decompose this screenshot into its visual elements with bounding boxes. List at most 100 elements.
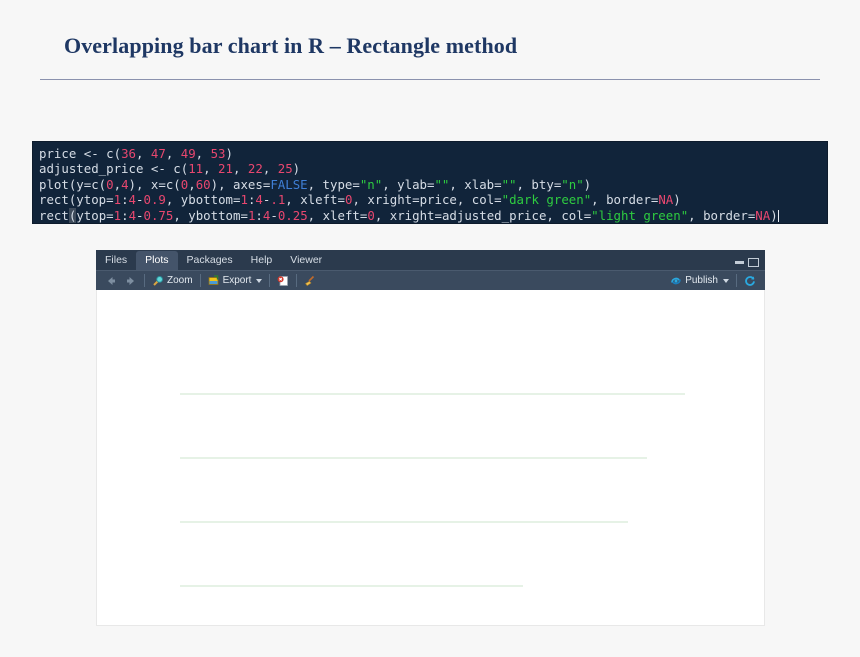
refresh-button[interactable] bbox=[740, 272, 760, 289]
code-token: , bbox=[195, 146, 211, 161]
magnifier-icon bbox=[153, 275, 163, 286]
code-token: ) bbox=[225, 146, 233, 161]
code-token: NA bbox=[658, 192, 674, 208]
remove-plot-icon bbox=[278, 275, 289, 286]
code-token: , xright=price, col= bbox=[352, 192, 502, 208]
code-token: "dark green" bbox=[501, 192, 592, 208]
code-line: rect(ytop=1:4-0.75, ybottom=1:4-0.25, xl… bbox=[39, 207, 827, 223]
chevron-down-icon[interactable] bbox=[723, 278, 729, 283]
code-token: , ylab= bbox=[382, 176, 435, 192]
code-token: , bbox=[113, 176, 122, 192]
publish-group: Publish bbox=[666, 272, 760, 289]
code-token: FALSE bbox=[270, 176, 308, 192]
tab-help[interactable]: Help bbox=[242, 251, 282, 270]
panel-toolbar: Zoom Export Publish bbox=[96, 270, 765, 290]
code-token: 1 bbox=[113, 192, 122, 208]
code-token: rect(ytop= bbox=[39, 192, 114, 208]
code-token: : bbox=[121, 207, 129, 223]
code-token: 22 bbox=[247, 161, 263, 177]
panel-tab-bar: Files Plots Packages Help Viewer bbox=[96, 250, 765, 270]
code-token: , bty= bbox=[516, 176, 562, 192]
code-token: , bbox=[262, 161, 278, 177]
chevron-down-icon[interactable] bbox=[256, 278, 263, 283]
code-token: 1 bbox=[113, 207, 122, 223]
clear-plots-button[interactable] bbox=[300, 272, 320, 289]
code-token: 0 bbox=[106, 176, 114, 192]
code-token: "n" bbox=[359, 176, 383, 192]
code-token: , bbox=[232, 161, 248, 177]
code-token: , border= bbox=[688, 207, 756, 223]
code-token: 21 bbox=[218, 161, 233, 177]
broom-icon bbox=[305, 275, 315, 286]
code-token: "light green" bbox=[591, 207, 689, 223]
code-token: , xleft= bbox=[285, 192, 345, 208]
code-token: 0.9 bbox=[143, 192, 166, 208]
page-title: Overlapping bar chart in R – Rectangle m… bbox=[64, 33, 518, 58]
tab-plots[interactable]: Plots bbox=[136, 251, 178, 270]
code-token: ), axes= bbox=[210, 176, 271, 192]
code-token: : bbox=[121, 192, 129, 208]
forward-button[interactable] bbox=[121, 272, 141, 289]
code-token: 4 bbox=[121, 176, 129, 192]
tab-viewer[interactable]: Viewer bbox=[281, 251, 331, 270]
publish-icon bbox=[671, 277, 681, 284]
code-token: , ybottom= bbox=[165, 192, 241, 208]
code-token: "" bbox=[501, 176, 517, 192]
toolbar-divider bbox=[199, 274, 201, 287]
title-divider bbox=[40, 79, 820, 80]
zoom-label: Zoom bbox=[167, 275, 193, 286]
code-token: 47 bbox=[150, 146, 166, 161]
code-token: - bbox=[270, 207, 278, 223]
back-button[interactable] bbox=[101, 272, 121, 289]
arrow-left-icon bbox=[108, 276, 115, 285]
code-token: , xright=adjusted_price, col= bbox=[374, 207, 592, 223]
code-token: 1 bbox=[240, 192, 248, 208]
code-token: , border= bbox=[591, 192, 659, 208]
code-token: 25 bbox=[277, 161, 293, 177]
code-token: ) bbox=[292, 161, 301, 177]
code-token: 4 bbox=[128, 192, 137, 208]
code-token: 60 bbox=[195, 176, 211, 192]
code-token: 0.75 bbox=[143, 207, 174, 223]
refresh-icon bbox=[745, 275, 755, 286]
plot-canvas[interactable] bbox=[96, 290, 765, 626]
code-token: , xlab= bbox=[449, 176, 502, 192]
code-token: "n" bbox=[561, 176, 584, 192]
code-token: .1 bbox=[270, 192, 286, 208]
code-token: ), x=c( bbox=[128, 176, 181, 192]
code-token: , ybottom= bbox=[173, 207, 248, 223]
code-token: NA bbox=[755, 207, 771, 223]
code-token: 49 bbox=[180, 146, 196, 161]
maximize-icon[interactable] bbox=[748, 258, 759, 267]
code-token: , bbox=[135, 146, 151, 161]
code-token: ) bbox=[583, 176, 592, 192]
code-token: price <- c( bbox=[39, 146, 122, 161]
export-button[interactable]: Export bbox=[204, 272, 267, 289]
minimize-icon[interactable] bbox=[735, 260, 744, 264]
code-token: , bbox=[188, 176, 196, 192]
export-label: Export bbox=[222, 275, 252, 286]
publish-label: Publish bbox=[685, 275, 718, 286]
remove-plot-button[interactable] bbox=[273, 272, 293, 289]
code-token: 0 bbox=[367, 207, 375, 223]
code-line: plot(y=c(0,4), x=c(0,60), axes=FALSE, ty… bbox=[39, 177, 827, 192]
code-block[interactable]: price <- c(36, 47, 49, 53) adjusted_price… bbox=[32, 141, 828, 224]
code-token: "" bbox=[434, 176, 450, 192]
code-token: 53 bbox=[210, 146, 226, 161]
publish-button[interactable]: Publish bbox=[666, 272, 733, 289]
zoom-button[interactable]: Zoom bbox=[148, 272, 197, 289]
window-controls bbox=[735, 258, 759, 267]
code-token: adjusted_price <- c( bbox=[39, 161, 189, 177]
code-line: price <- c(36, 47, 49, 53) bbox=[39, 146, 827, 161]
code-token: ) bbox=[673, 192, 681, 208]
code-token: 4 bbox=[128, 207, 137, 223]
code-token: , bbox=[165, 146, 181, 161]
code-token: 11 bbox=[188, 161, 204, 177]
code-token: , bbox=[203, 161, 219, 177]
tab-files[interactable]: Files bbox=[96, 251, 136, 270]
rstudio-plots-panel: Files Plots Packages Help Viewer Zoom Ex… bbox=[96, 250, 765, 626]
export-image-icon bbox=[208, 274, 218, 285]
tab-packages[interactable]: Packages bbox=[178, 251, 242, 270]
code-line: adjusted_price <- c(11, 21, 22, 25) bbox=[39, 161, 827, 176]
toolbar-divider bbox=[144, 274, 145, 287]
